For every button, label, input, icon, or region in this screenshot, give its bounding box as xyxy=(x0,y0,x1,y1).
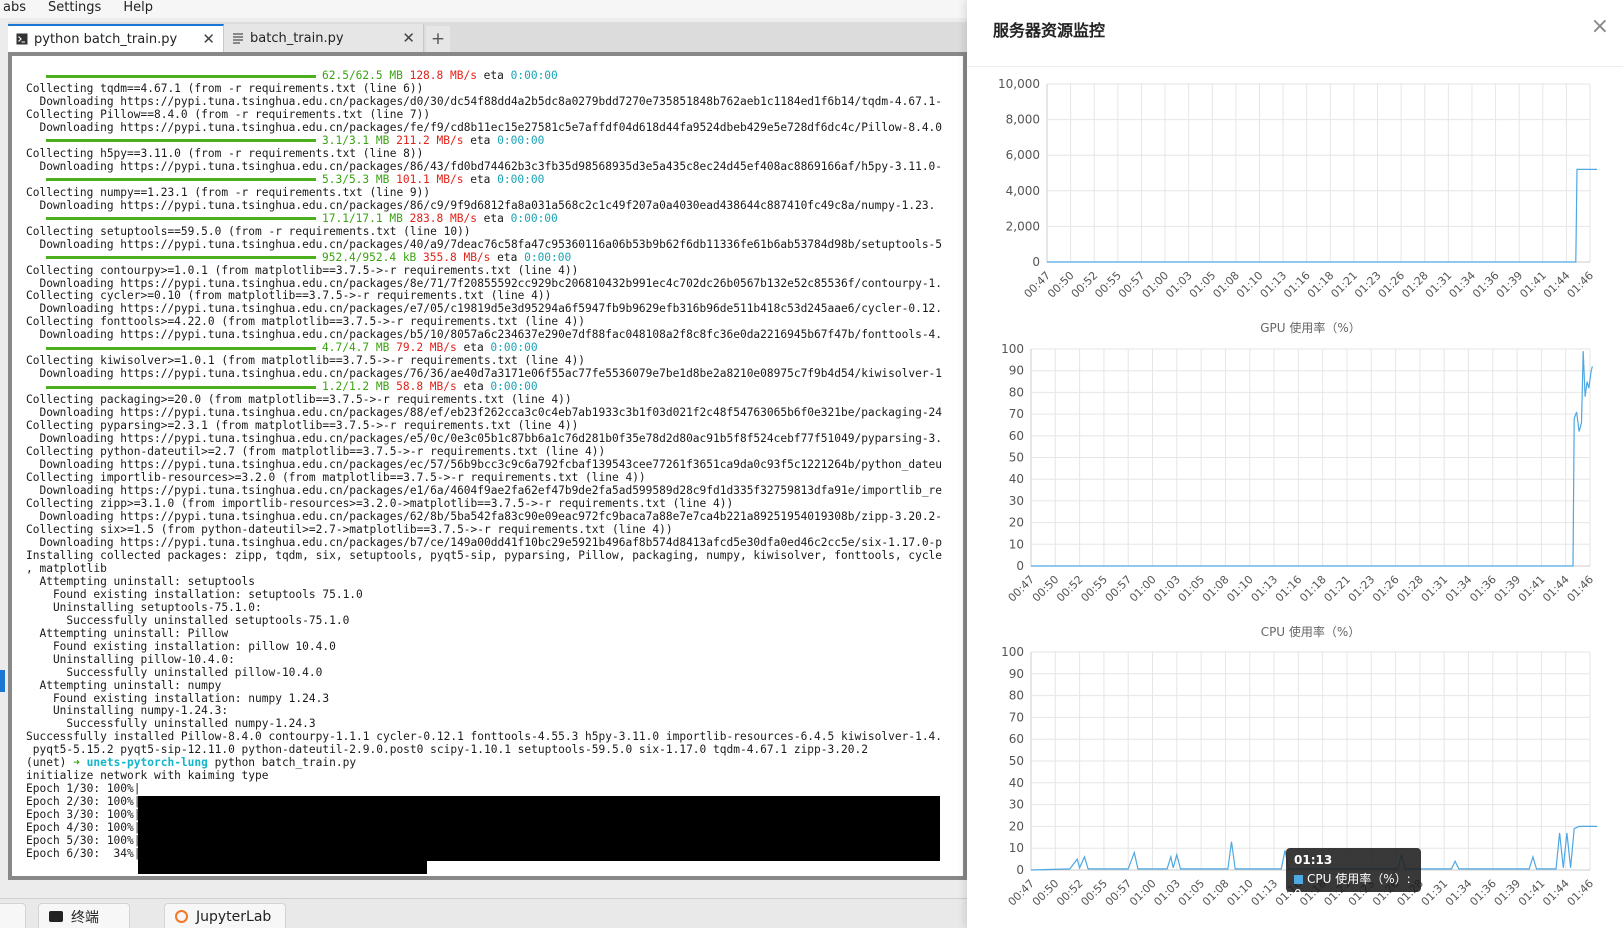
y-tick-label: 40 xyxy=(1009,472,1024,486)
y-tick-label: 60 xyxy=(1009,429,1024,443)
x-tick-label: 00:57 xyxy=(1103,573,1135,605)
x-tick-label: 01:21 xyxy=(1321,573,1353,605)
y-tick-label: 0 xyxy=(1016,863,1024,877)
x-tick-label: 01:46 xyxy=(1565,269,1597,301)
x-tick-label: 00:50 xyxy=(1030,573,1062,605)
y-tick-label: 10 xyxy=(1009,537,1024,551)
x-tick-label: 00:57 xyxy=(1103,877,1135,909)
y-tick-label: 80 xyxy=(1009,385,1024,399)
chart-title: CPU 使用率（%） xyxy=(1261,624,1361,639)
x-tick-label: 01:36 xyxy=(1467,573,1499,605)
x-tick-label: 01:08 xyxy=(1200,877,1232,909)
y-tick-label: 20 xyxy=(1009,819,1024,833)
x-tick-label: 01:16 xyxy=(1273,573,1305,605)
y-tick-label: 0 xyxy=(1032,255,1040,269)
tooltip-value: CPU 使用率（%）: 0 xyxy=(1294,872,1411,901)
y-tick-label: 100 xyxy=(1001,645,1024,659)
x-tick-label: 01:46 xyxy=(1565,573,1597,605)
y-tick-label: 90 xyxy=(1009,667,1024,681)
y-tick-label: 50 xyxy=(1009,754,1024,768)
x-tick-label: 01:08 xyxy=(1200,573,1232,605)
x-tick-label: 01:44 xyxy=(1540,877,1572,909)
chart-tooltip: 01:13 CPU 使用率（%）: 0 xyxy=(1286,848,1421,901)
x-tick-label: 00:55 xyxy=(1078,573,1110,605)
y-tick-label: 8,000 xyxy=(1006,113,1040,127)
x-tick-label: 01:46 xyxy=(1565,877,1597,909)
y-tick-label: 6,000 xyxy=(1006,148,1040,162)
series-swatch xyxy=(1294,875,1303,884)
x-tick-label: 01:13 xyxy=(1249,573,1281,605)
y-tick-label: 2,000 xyxy=(1006,219,1040,233)
x-tick-label: 01:31 xyxy=(1419,573,1451,605)
y-tick-label: 4,000 xyxy=(1006,184,1040,198)
x-tick-label: 01:10 xyxy=(1224,573,1256,605)
x-tick-label: 01:34 xyxy=(1443,877,1475,909)
x-tick-label: 01:41 xyxy=(1516,573,1548,605)
x-tick-label: 01:03 xyxy=(1151,573,1183,605)
x-tick-label: 01:00 xyxy=(1127,573,1159,605)
x-tick-label: 01:44 xyxy=(1540,573,1572,605)
x-tick-label: 01:39 xyxy=(1492,573,1524,605)
x-tick-label: 00:55 xyxy=(1078,877,1110,909)
x-tick-label: 00:50 xyxy=(1030,877,1062,909)
tooltip-time: 01:13 xyxy=(1294,853,1333,867)
x-tick-label: 00:47 xyxy=(1006,877,1038,909)
y-tick-label: 10,000 xyxy=(998,77,1040,91)
y-tick-label: 80 xyxy=(1009,689,1024,703)
x-tick-label: 01:10 xyxy=(1224,877,1256,909)
y-tick-label: 30 xyxy=(1009,494,1024,508)
x-tick-label: 01:36 xyxy=(1467,877,1499,909)
x-tick-label: 01:34 xyxy=(1443,573,1475,605)
series-line xyxy=(1031,351,1593,567)
x-tick-label: 01:05 xyxy=(1176,877,1208,909)
y-tick-label: 40 xyxy=(1009,776,1024,790)
y-tick-label: 0 xyxy=(1016,559,1024,573)
y-tick-label: 30 xyxy=(1009,798,1024,812)
y-tick-label: 70 xyxy=(1009,407,1024,421)
x-tick-label: 01:39 xyxy=(1492,877,1524,909)
y-tick-label: 10 xyxy=(1009,841,1024,855)
x-tick-label: 01:31 xyxy=(1419,877,1451,909)
x-tick-label: 01:18 xyxy=(1297,573,1329,605)
x-tick-label: 01:03 xyxy=(1151,877,1183,909)
x-tick-label: 01:13 xyxy=(1249,877,1281,909)
y-tick-label: 70 xyxy=(1009,710,1024,724)
x-tick-label: 01:05 xyxy=(1176,573,1208,605)
y-tick-label: 100 xyxy=(1001,342,1024,356)
series-line xyxy=(1047,168,1598,263)
x-tick-label: 01:41 xyxy=(1516,877,1548,909)
y-tick-label: 90 xyxy=(1009,364,1024,378)
x-tick-label: 01:28 xyxy=(1394,573,1426,605)
y-tick-label: 50 xyxy=(1009,451,1024,465)
charts-layer: 02,0004,0006,0008,00010,00000:4700:5000:… xyxy=(998,77,1598,909)
x-tick-label: 01:23 xyxy=(1346,573,1378,605)
x-tick-label: 00:52 xyxy=(1054,573,1086,605)
y-tick-label: 60 xyxy=(1009,732,1024,746)
x-tick-label: 00:47 xyxy=(1006,573,1038,605)
x-tick-label: 01:26 xyxy=(1370,573,1402,605)
x-tick-label: 01:00 xyxy=(1127,877,1159,909)
y-tick-label: 20 xyxy=(1009,516,1024,530)
chart-title: GPU 使用率（%） xyxy=(1260,320,1361,335)
x-tick-label: 00:52 xyxy=(1054,877,1086,909)
